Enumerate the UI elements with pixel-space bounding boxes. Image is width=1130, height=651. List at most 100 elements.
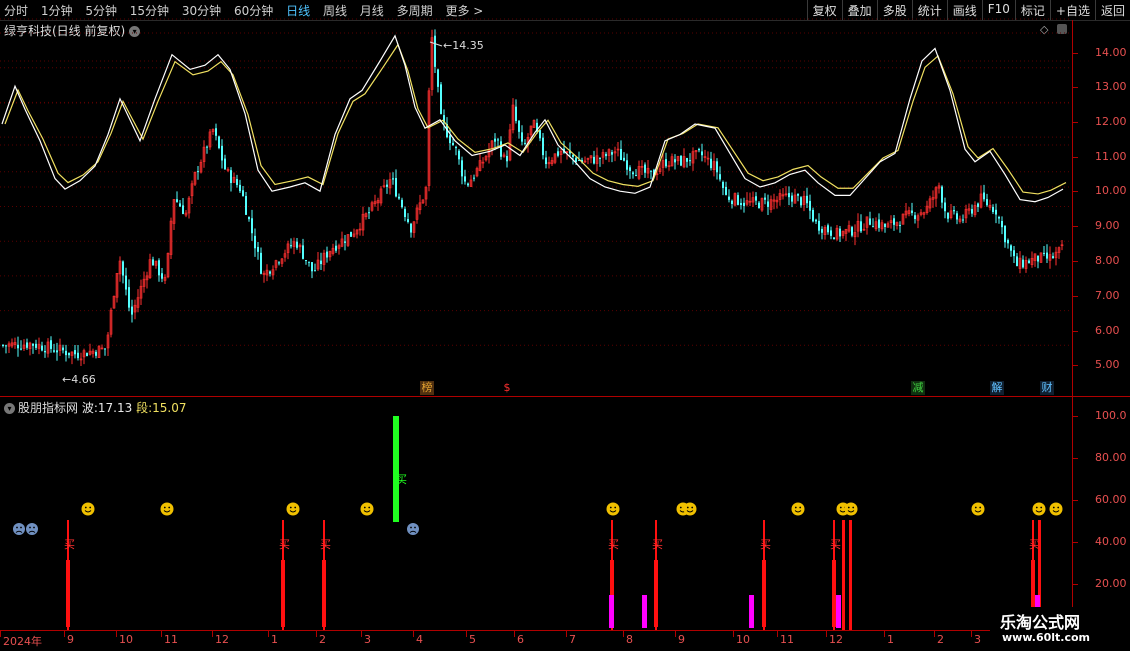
date-label: 1 bbox=[271, 633, 278, 646]
event-marker-finance[interactable]: 财 bbox=[1040, 381, 1054, 395]
candle-body bbox=[2, 344, 4, 346]
buy-signal-bar bbox=[832, 560, 836, 627]
candle-body bbox=[35, 343, 37, 348]
candle-body bbox=[95, 351, 97, 356]
sad-face-icon-eye bbox=[414, 526, 416, 529]
candle-body bbox=[650, 170, 652, 172]
candle-body bbox=[494, 138, 496, 142]
candle-body bbox=[599, 157, 601, 159]
price-tick: 9.00 bbox=[1095, 219, 1120, 232]
candle-body bbox=[830, 230, 832, 236]
magenta-bar bbox=[749, 595, 754, 628]
date-label: 12 bbox=[215, 633, 229, 646]
event-marker-reduce[interactable]: 减 bbox=[911, 381, 925, 395]
smiley-icon-eye bbox=[289, 506, 292, 509]
candle-body bbox=[755, 196, 757, 201]
candle-body bbox=[620, 148, 622, 161]
magenta-bar bbox=[609, 595, 614, 628]
buy-label: 买 bbox=[760, 538, 771, 551]
candle-body bbox=[545, 157, 547, 165]
candle-body bbox=[449, 135, 451, 144]
date-label: 3 bbox=[364, 633, 371, 646]
candle-body bbox=[1007, 240, 1009, 244]
candle-body bbox=[206, 146, 208, 148]
candle-body bbox=[977, 203, 979, 207]
candle-body bbox=[878, 219, 880, 228]
candle-body bbox=[1016, 256, 1018, 267]
date-label: 4 bbox=[416, 633, 423, 646]
candle-body bbox=[572, 154, 574, 157]
candle-body bbox=[335, 245, 337, 251]
candle-body bbox=[947, 212, 949, 219]
buy-signal-line bbox=[849, 520, 852, 630]
indicator-tick: 80.00 bbox=[1095, 451, 1127, 464]
candle-body bbox=[128, 287, 130, 308]
candle-body bbox=[665, 159, 667, 167]
buy-label: 买 bbox=[320, 538, 331, 551]
candle-body bbox=[53, 350, 55, 352]
candle-body bbox=[290, 245, 292, 247]
candle-body bbox=[860, 221, 862, 232]
candle-body bbox=[239, 184, 241, 192]
candle-body bbox=[740, 203, 742, 206]
candle-body bbox=[32, 343, 34, 346]
candle-body bbox=[44, 350, 46, 353]
low-price-label: ←4.66 bbox=[62, 373, 96, 386]
candle-body bbox=[911, 210, 913, 213]
chevron-down-icon[interactable]: ▾ bbox=[4, 403, 15, 414]
candle-body bbox=[899, 224, 901, 226]
candle-body bbox=[944, 202, 946, 212]
candle-body bbox=[197, 171, 199, 173]
candle-body bbox=[914, 215, 916, 220]
candle-body bbox=[605, 153, 607, 157]
smiley-icon-eye bbox=[794, 506, 797, 509]
candle-body bbox=[764, 197, 766, 200]
candle-body bbox=[68, 352, 70, 356]
candle-body bbox=[800, 197, 802, 206]
sad-face-icon bbox=[407, 523, 419, 535]
candle-body bbox=[833, 237, 835, 240]
smiley-icon bbox=[683, 502, 697, 516]
event-marker-unlock[interactable]: 解 bbox=[990, 381, 1004, 395]
price-tick: 5.00 bbox=[1095, 358, 1120, 371]
candle-body bbox=[461, 160, 463, 177]
candle-body bbox=[251, 218, 253, 234]
event-marker-list[interactable]: 榜 bbox=[420, 381, 434, 395]
smiley-icon bbox=[971, 502, 985, 516]
smiley-icon-eye bbox=[799, 506, 802, 509]
candle-body bbox=[1010, 245, 1012, 251]
buy-signal-bar bbox=[762, 560, 766, 627]
watermark-url: www.60lt.com bbox=[1002, 631, 1091, 644]
candle-body bbox=[680, 155, 682, 166]
candle-body bbox=[728, 196, 730, 200]
event-marker-dollar[interactable]: $ bbox=[500, 381, 514, 395]
candle-body bbox=[632, 172, 634, 175]
watermark: 乐淘公式网 www.60lt.com bbox=[990, 607, 1130, 650]
candle-body bbox=[500, 141, 502, 157]
panel-divider[interactable] bbox=[0, 396, 1130, 397]
candle-body bbox=[626, 160, 628, 170]
candle-body bbox=[269, 271, 271, 274]
buy-signal-bar bbox=[66, 560, 70, 627]
candle-body bbox=[788, 193, 790, 198]
candle-body bbox=[104, 348, 106, 350]
candle-body bbox=[1001, 220, 1003, 228]
high-price-label: ←14.35 bbox=[443, 39, 484, 52]
smiley-icon-eye bbox=[368, 506, 371, 509]
smiley-icon-eye bbox=[979, 506, 982, 509]
date-label: 10 bbox=[119, 633, 133, 646]
candle-body bbox=[344, 241, 346, 243]
candle-body bbox=[1046, 252, 1048, 259]
candle-body bbox=[701, 151, 703, 156]
candle-body bbox=[1037, 255, 1039, 262]
candle-body bbox=[224, 158, 226, 170]
candle-body bbox=[962, 219, 964, 221]
smiley-icon bbox=[360, 502, 374, 516]
candle-body bbox=[401, 199, 403, 208]
candle-body bbox=[20, 348, 22, 350]
date-axis: 2024年 9 10 11 12 1 2 3 4 5 6 7 8 9 10 11… bbox=[0, 630, 1072, 651]
smiley-icon-eye bbox=[84, 506, 87, 509]
candle-body bbox=[404, 208, 406, 218]
smiley-icon bbox=[844, 502, 858, 516]
candle-body bbox=[812, 209, 814, 222]
